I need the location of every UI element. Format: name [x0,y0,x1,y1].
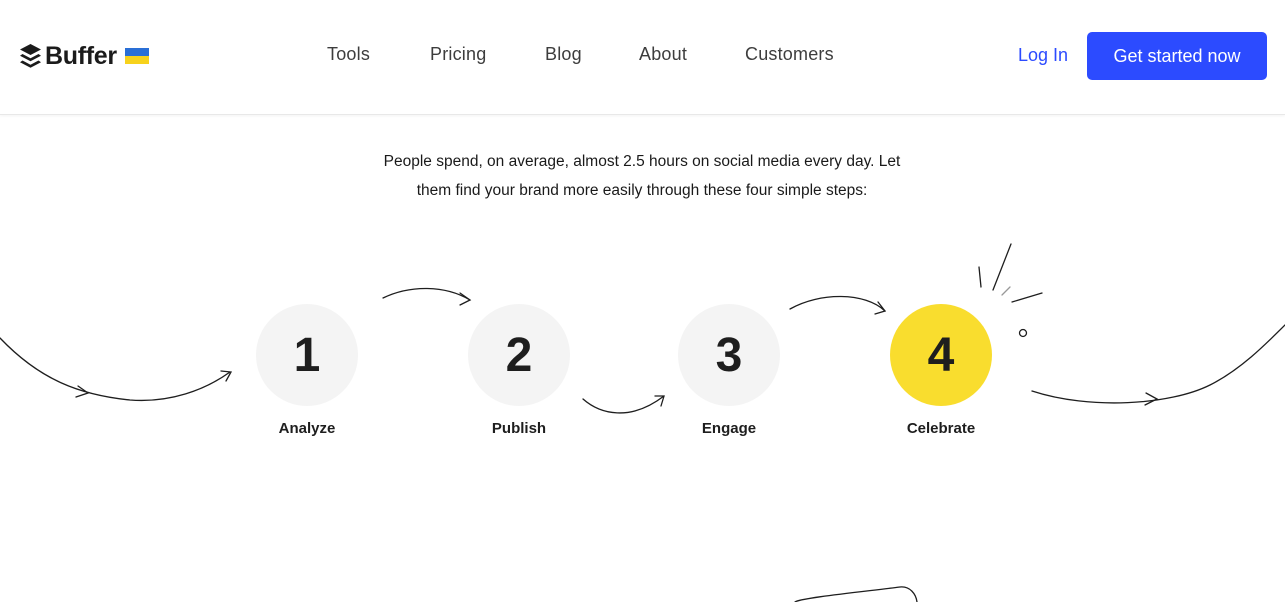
nav-blog[interactable]: Blog [545,44,582,65]
sparkle-dot [1018,328,1028,338]
login-link[interactable]: Log In [1018,45,1068,66]
step-engage: 3 Engage [659,304,799,437]
arrow-head-1 [220,370,233,382]
step-label: Celebrate [906,420,976,437]
sparkle-line-3 [1001,286,1011,296]
nav-customers[interactable]: Customers [745,44,834,65]
sparkle-line-1 [978,266,982,288]
step-number-circle-active: 4 [890,304,992,406]
arrow-curve-2 [382,287,471,301]
sparkle-line-4 [1011,292,1043,303]
get-started-button[interactable]: Get started now [1087,32,1267,80]
ukraine-flag-icon [124,48,149,64]
intro-text: People spend, on average, almost 2.5 hou… [342,147,942,205]
step-celebrate: 4 Celebrate [871,304,1011,437]
step-label: Publish [491,420,547,437]
step-number-circle: 3 [678,304,780,406]
sparkle-line-2 [992,243,1012,291]
nav-about[interactable]: About [639,44,687,65]
arrow-mark-1 [75,385,90,398]
nav-pricing[interactable]: Pricing [430,44,486,65]
arrow-curve-5 [1031,324,1285,404]
arrow-mark-5 [1144,392,1159,406]
step-analyze: 1 Analyze [237,304,377,437]
intro-line-2: them find your brand more easily through… [416,182,868,199]
arrow-curve-3 [582,395,665,414]
bottom-doodle [794,586,918,602]
arrow-curve-1 [0,337,231,402]
site-header: Buffer Tools Pricing Blog About Customer… [0,0,1285,115]
step-number-circle: 2 [468,304,570,406]
brand-name: Buffer [45,41,117,70]
nav-tools[interactable]: Tools [327,44,370,65]
step-label: Engage [701,420,757,437]
buffer-logo[interactable]: Buffer [19,41,149,71]
step-publish: 2 Publish [449,304,589,437]
intro-line-1: People spend, on average, almost 2.5 hou… [383,153,901,170]
step-label: Analyze [278,420,336,437]
buffer-stack-icon [20,44,41,68]
step-number-circle: 1 [256,304,358,406]
